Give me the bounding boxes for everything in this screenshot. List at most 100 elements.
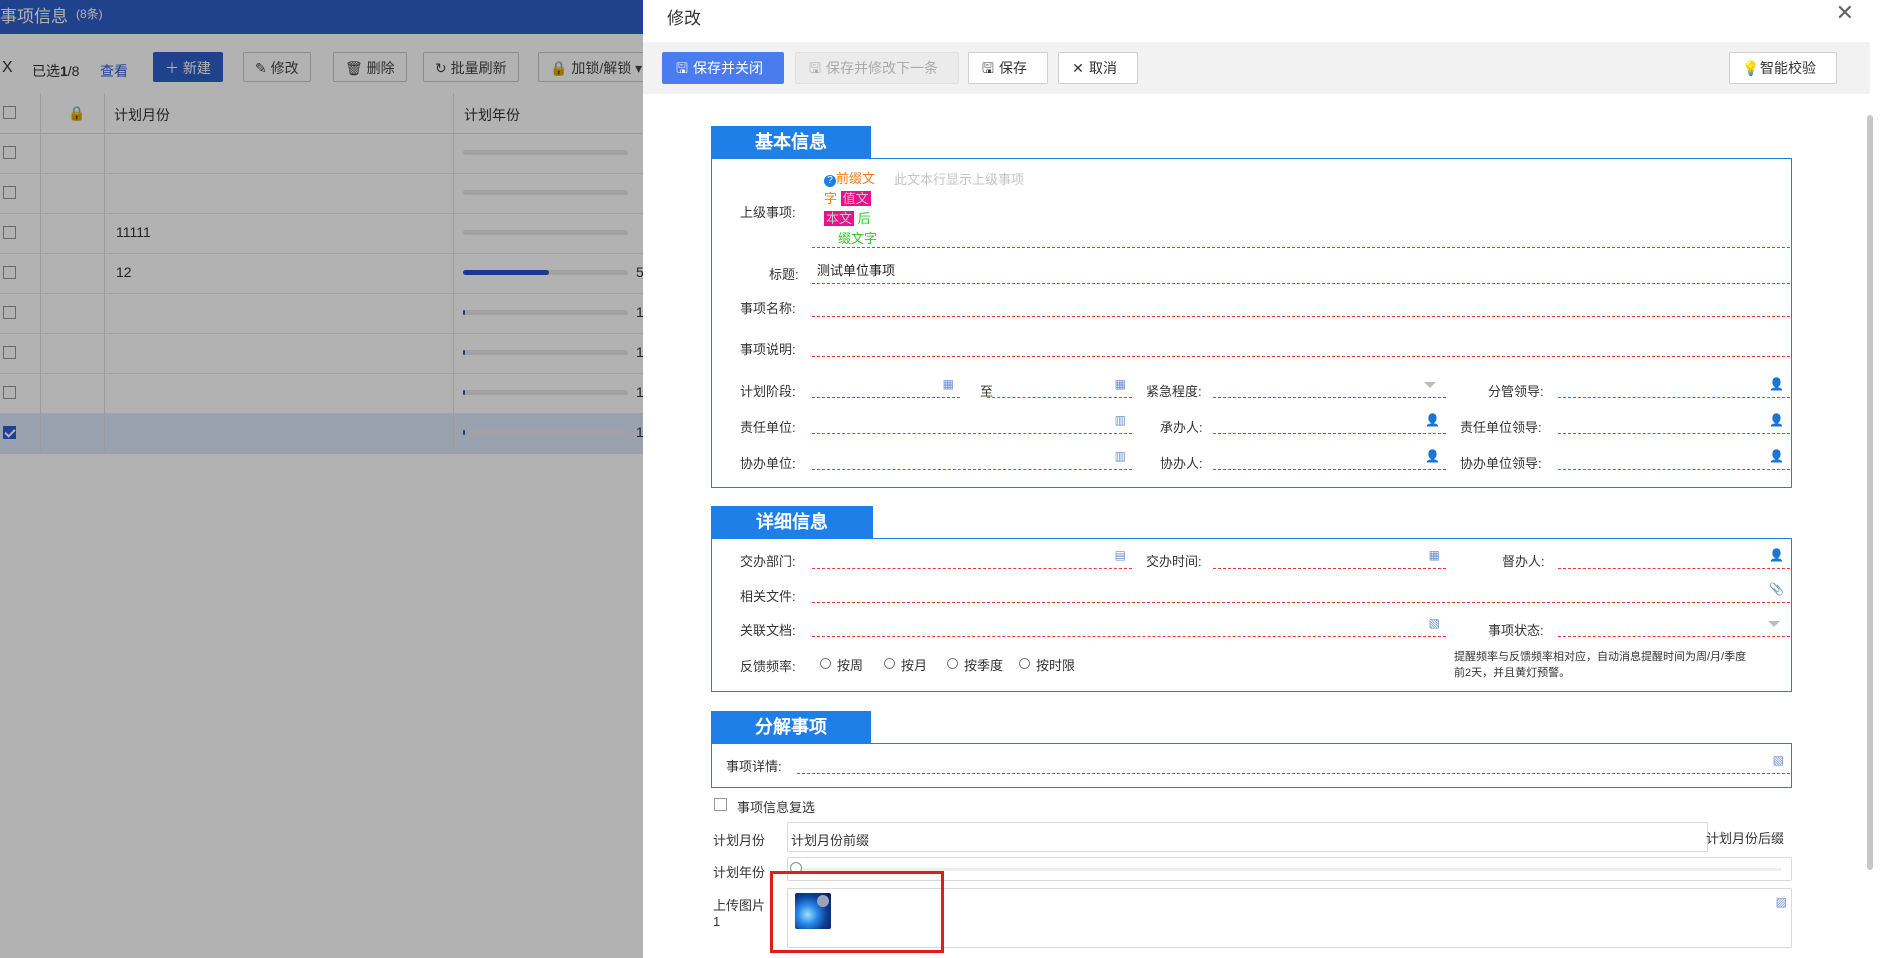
tab-basic-info: 基本信息 [711,126,871,158]
co-unit-field[interactable]: ▥ [812,444,1132,470]
plan-stage-start-field[interactable]: ▦ [812,372,960,398]
close-icon: ✕ [1072,60,1084,76]
parent-item-placeholder: 此文本行显示上级事项 [894,172,1025,187]
dialog-title: 修改 [667,9,701,28]
org-icon[interactable]: ▤ [1115,548,1126,562]
save-label: 保存 [999,60,1027,76]
highlight-frame [770,871,944,953]
prefix-text: 前缀文 [836,171,876,186]
building-icon[interactable]: ▥ [1115,449,1126,463]
save-button[interactable]: 🖫 保存 [968,52,1048,84]
status-label: 事项状态: [1488,623,1544,638]
leader-label: 分管领导: [1488,384,1544,399]
freq-radio[interactable] [820,658,831,669]
save-close-button[interactable]: 🖫 保存并关闭 [662,52,784,84]
building-icon[interactable]: ▥ [1115,413,1126,427]
save-icon: 🖫 [676,60,688,76]
item-detail-label: 事项详情: [726,759,782,774]
user-icon[interactable]: 👤 [1769,548,1784,562]
calendar-icon[interactable]: ▦ [1115,377,1126,391]
help-icon[interactable]: ? [824,175,836,187]
calendar-icon[interactable]: ▦ [943,377,954,391]
freq-option-label[interactable]: 按时限 [1036,655,1075,674]
chevron-down-icon [1768,621,1780,627]
smart-check-button[interactable]: 💡智能校验 [1729,52,1837,84]
title-value: 测试单位事项 [817,263,896,278]
supervisor-label: 督办人: [1502,554,1545,569]
user-icon[interactable]: 👤 [1769,413,1784,427]
resp-leader-field[interactable]: 👤 [1558,408,1790,434]
resp-leader-label: 责任单位领导: [1460,420,1542,435]
item-name-field[interactable] [812,289,1790,317]
modal-backdrop[interactable] [0,0,643,958]
recheck-checkbox[interactable] [714,798,727,811]
parent-item-field[interactable] [812,217,1790,247]
urgency-select[interactable] [1213,372,1446,398]
freq-radio[interactable] [947,658,958,669]
document-icon[interactable]: ▧ [1773,753,1784,767]
freq-option-label[interactable]: 按周 [837,655,863,674]
item-detail-field[interactable]: ▧ [797,748,1790,774]
user-icon[interactable]: 👤 [1769,449,1784,463]
document-icon[interactable]: ▧ [1429,616,1440,630]
freq-radio[interactable] [1019,658,1030,669]
save-icon: 🖫 [982,60,994,76]
user-icon[interactable]: 👤 [1425,449,1440,463]
parent-item-label: 上级事项: [740,205,796,220]
dialog-toolbar: 🖫 保存并关闭 🖫 保存并修改下一条 🖫 保存 ✕ 取消 💡智能校验 [643,42,1870,94]
files-label: 相关文件: [740,589,796,604]
handler-field[interactable]: 👤 [1213,408,1446,434]
paperclip-icon[interactable]: 📎 [1769,582,1784,596]
smart-check-label: 智能校验 [1760,60,1816,76]
co-person-label: 协办人: [1160,456,1203,471]
status-select[interactable] [1558,611,1790,637]
co-leader-label: 协办单位领导: [1460,456,1542,471]
month-label: 计划月份 [713,833,766,848]
freq-note: 提醒频率与反馈频率相对应，自动消息提醒时间为周/月/季度 前2天，并且黄灯预警。 [1454,649,1746,681]
title-label: 标题: [769,267,799,282]
recheck-label: 事项信息复选 [737,800,816,815]
save-icon: 🖫 [809,60,821,76]
year-label: 计划年份 [713,865,766,880]
title-field[interactable]: 测试单位事项 [812,256,1790,284]
calendar-icon[interactable]: ▦ [1429,548,1440,562]
user-icon[interactable]: 👤 [1425,413,1440,427]
leader-field[interactable]: 👤 [1558,372,1790,398]
upload-count: 1 [713,914,721,929]
detail-info-section: 交办部门: ▤ 交办时间: ▦ 督办人: 👤 相关文件: 📎 关联文档: ▧ 事… [711,538,1792,692]
cancel-button[interactable]: ✕ 取消 [1058,52,1138,84]
freq-option-label[interactable]: 按月 [901,655,927,674]
supervisor-field[interactable]: 👤 [1558,543,1790,569]
handler-label: 承办人: [1160,420,1203,435]
item-name-label: 事项名称: [740,301,796,316]
freq-label: 反馈频率: [740,659,796,674]
dialog-scrollbar[interactable] [1867,115,1873,870]
split-items-section: 事项详情: ▧ [711,743,1792,788]
resp-unit-field[interactable]: ▥ [812,408,1132,434]
co-leader-field[interactable]: 👤 [1558,444,1790,470]
dept-field[interactable]: ▤ [812,543,1132,569]
co-person-field[interactable]: 👤 [1213,444,1446,470]
docs-label: 关联文档: [740,623,796,638]
freq-option-label[interactable]: 按季度 [964,655,1003,674]
tab-split-items: 分解事项 [711,711,871,743]
cancel-label: 取消 [1089,60,1117,76]
plan-stage-label: 计划阶段: [740,384,796,399]
save-close-label: 保存并关闭 [693,60,763,76]
image-upload-icon[interactable]: ▨ [1776,895,1787,909]
month-suffix: 计划月份后缀 [1706,831,1785,846]
item-desc-field[interactable] [812,321,1790,357]
month-prefix: 计划月份前缀 [791,833,870,848]
value-text: 值文 [840,191,871,206]
user-icon[interactable]: 👤 [1769,377,1784,391]
month-input[interactable]: 计划月份前缀 [787,822,1708,852]
docs-field[interactable]: ▧ [812,611,1446,637]
plan-stage-end-field[interactable]: ▦ [987,372,1132,398]
close-icon[interactable]: ✕ [1836,0,1854,26]
save-next-button[interactable]: 🖫 保存并修改下一条 [795,52,959,84]
freq-note-line1: 提醒频率与反馈频率相对应，自动消息提醒时间为周/月/季度 [1454,651,1747,663]
assign-time-field[interactable]: ▦ [1213,543,1446,569]
files-field[interactable]: 📎 [812,577,1790,603]
freq-radio[interactable] [884,658,895,669]
co-unit-label: 协办单位: [740,456,796,471]
